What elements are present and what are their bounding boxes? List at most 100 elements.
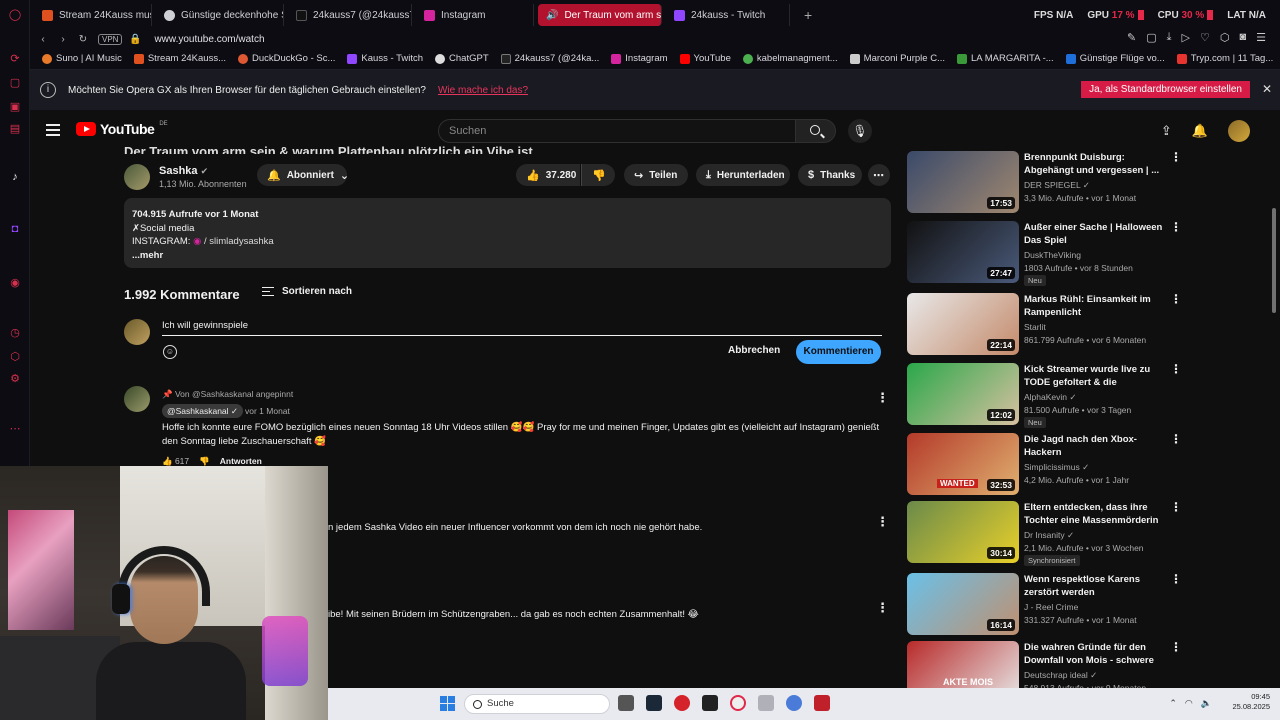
scrollbar-thumb[interactable] — [1272, 208, 1276, 313]
bookmark[interactable]: Instagram — [611, 53, 668, 64]
bookmark[interactable]: YouTube — [679, 53, 731, 64]
steam-icon[interactable] — [646, 695, 662, 711]
notifications-bell-icon[interactable]: 🔔 — [1192, 123, 1208, 139]
tab[interactable]: 24kauss7 (@24kauss7) | — [288, 4, 412, 26]
recommendation-item[interactable]: WANTED 32:53 Die Jagd nach den Xbox-Hack… — [906, 432, 1182, 496]
instagram-link[interactable]: / slimladysashka — [201, 236, 274, 247]
windows-start-icon[interactable] — [440, 696, 455, 711]
app-icon[interactable] — [702, 695, 718, 711]
recommendation-menu-icon[interactable]: ⋮ — [1170, 501, 1182, 513]
more-actions-button[interactable]: ⋯ — [868, 164, 890, 186]
player-icon[interactable]: ◉ — [8, 276, 22, 290]
app-icon[interactable] — [814, 695, 830, 711]
taskbar-search[interactable]: Suche — [464, 694, 610, 714]
video-thumbnail[interactable]: 17:53 — [907, 151, 1019, 213]
gx-cleaner-icon[interactable]: ▣ — [8, 100, 22, 114]
recommendation-menu-icon[interactable]: ⋮ — [1170, 151, 1182, 163]
recommendation-channel[interactable]: Simplicissimus ✓ — [1024, 462, 1089, 473]
tab[interactable]: Günstige deckenhohe Sc... — [156, 4, 284, 26]
account-avatar[interactable] — [1228, 120, 1250, 142]
history-icon[interactable]: ⟳ — [8, 52, 22, 66]
taskbar-clock[interactable]: 09:45 25.08.2025 — [1232, 692, 1270, 712]
comment-input[interactable]: Ich will gewinnspiele — [162, 320, 882, 336]
video-thumbnail[interactable]: WANTED 32:53 — [907, 433, 1019, 495]
download-icon[interactable]: ⤓ — [1167, 31, 1172, 44]
recommendation-item[interactable]: 17:53 Brennpunkt Duisburg: Abgehängt und… — [906, 150, 1182, 214]
recommendation-item[interactable]: 12:02 Kick Streamer wurde live zu TODE g… — [906, 362, 1182, 428]
video-thumbnail[interactable]: 22:14 — [907, 293, 1019, 355]
scrollbar[interactable] — [1270, 150, 1278, 690]
sort-button[interactable]: Sortieren nach — [262, 286, 352, 297]
dislike-button[interactable]: 👎 — [581, 164, 615, 186]
snapshot-icon[interactable]: ▢ — [1146, 31, 1156, 44]
bookmark[interactable]: Tryp.com | 11 Tag... — [1176, 53, 1273, 64]
bookmark[interactable]: ChatGPT — [435, 53, 489, 64]
channel-avatar[interactable] — [124, 164, 150, 190]
recommendation-title[interactable]: Die Jagd nach den Xbox-Hackern — [1024, 434, 1164, 459]
video-thumbnail[interactable]: 16:14 — [907, 573, 1019, 635]
video-thumbnail[interactable]: 27:47 — [907, 221, 1019, 283]
recommendation-title[interactable]: Brennpunkt Duisburg: Abgehängt und verge… — [1024, 152, 1164, 177]
description-box[interactable]: 704.915 Aufrufe vor 1 Monat ✗Social medi… — [124, 198, 891, 268]
tab-active[interactable]: 🔊 Der Traum vom arm s — [538, 4, 662, 26]
extensions-icon[interactable]: ⬡ — [1220, 31, 1230, 44]
bookmark[interactable]: DuckDuckGo - Sc... — [238, 53, 335, 64]
recommendation-menu-icon[interactable]: ⋮ — [1170, 363, 1182, 375]
settings-icon[interactable]: ⚙ — [8, 372, 22, 386]
bookmark[interactable]: Marconi Purple C... — [849, 53, 945, 64]
recommendation-title[interactable]: Kick Streamer wurde live zu TODE gefolte… — [1024, 364, 1164, 389]
show-more-link[interactable]: ...mehr — [132, 249, 883, 263]
menu-icon[interactable]: ☰ — [1256, 31, 1266, 44]
set-default-button[interactable]: Ja, als Standardbrowser einstellen — [1081, 81, 1250, 98]
bookmark[interactable]: Kauss - Twitch — [347, 53, 423, 64]
comment-menu-icon[interactable]: ⋮ — [876, 391, 889, 404]
video-thumbnail[interactable]: 12:02 — [907, 363, 1019, 425]
wifi-icon[interactable]: ◠ — [1185, 698, 1193, 709]
comment-menu-icon[interactable]: ⋮ — [876, 601, 889, 614]
video-thumbnail[interactable]: 30:14 — [907, 501, 1019, 563]
tab[interactable]: Instagram — [416, 4, 534, 26]
gx-control-icon[interactable]: ▢ — [8, 76, 22, 90]
clock-icon[interactable]: ◷ — [8, 326, 22, 340]
app-icon[interactable] — [758, 695, 774, 711]
tiktok-icon[interactable]: ♪ — [8, 170, 22, 184]
recommendation-channel[interactable]: J - Reel Crime — [1024, 602, 1078, 612]
recommendation-channel[interactable]: Deutschrap ideal ✓ — [1024, 670, 1097, 681]
recommendation-channel[interactable]: AlphaKevin ✓ — [1024, 392, 1077, 403]
recommendation-title[interactable]: Wenn respektlose Karens zerstört werden — [1024, 574, 1164, 599]
download-button[interactable]: ⤓ Herunterladen — [696, 164, 790, 186]
recommendation-item[interactable]: 30:14 Eltern entdecken, dass ihre Tochte… — [906, 500, 1182, 566]
youtube-logo[interactable]: YouTube DE — [76, 121, 168, 137]
settings-icon[interactable] — [786, 695, 802, 711]
player-icon[interactable]: ▷ — [1182, 31, 1190, 44]
opera-gx-icon[interactable] — [730, 695, 746, 711]
share-button[interactable]: ↪ Teilen — [624, 164, 688, 186]
recommendation-title[interactable]: Markus Rühl: Einsamkeit im Rampenlicht — [1024, 294, 1164, 319]
search-button[interactable] — [796, 119, 836, 143]
recommendation-item[interactable]: 16:14 Wenn respektlose Karens zerstört w… — [906, 572, 1182, 636]
close-icon[interactable]: ✕ — [1262, 82, 1272, 96]
like-button[interactable]: 👍 37.280 — [516, 164, 580, 186]
recommendation-title[interactable]: Eltern entdecken, dass ihre Tochter eine… — [1024, 502, 1164, 527]
vpn-badge[interactable]: VPN — [98, 33, 123, 45]
heart-icon[interactable]: ♡ — [1200, 31, 1210, 44]
recommendation-title[interactable]: Außer einer Sache | Halloween Das Spiel — [1024, 222, 1164, 247]
recommendation-channel[interactable]: Starlit — [1024, 322, 1046, 332]
app-icon[interactable] — [674, 695, 690, 711]
back-icon[interactable]: ‹ — [36, 34, 50, 45]
menu-hamburger-icon[interactable] — [46, 124, 60, 136]
subscribed-button[interactable]: 🔔 Abonniert ⌄ — [257, 164, 349, 186]
bookmark[interactable]: Suno | AI Music — [42, 53, 122, 64]
twitch-icon[interactable]: ◘ — [8, 222, 22, 236]
reload-icon[interactable]: ↻ — [76, 34, 90, 45]
thanks-button[interactable]: $ Thanks — [798, 164, 862, 186]
url-field[interactable]: www.youtube.com/watch — [154, 34, 264, 45]
emoji-icon[interactable]: ☺ — [163, 345, 177, 359]
bookmark[interactable]: 24kauss7 (@24ka... — [500, 53, 599, 64]
recommendation-channel[interactable]: DER SPIEGEL ✓ — [1024, 180, 1090, 191]
comment-submit-button[interactable]: Kommentieren — [796, 340, 881, 364]
comment-author-avatar[interactable] — [124, 386, 150, 412]
tab[interactable]: Stream 24Kauss music | ... — [34, 4, 152, 26]
bookmark[interactable]: Günstige Flüge vo... — [1065, 53, 1165, 64]
bookmark[interactable]: Stream 24Kauss... — [133, 53, 226, 64]
